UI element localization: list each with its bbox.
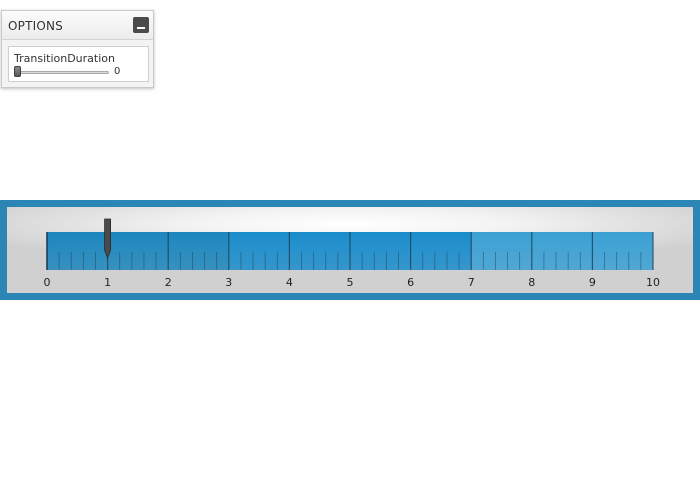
- transition-duration-label: TransitionDuration: [14, 52, 115, 65]
- minimize-icon: [137, 27, 145, 29]
- tick-label: 9: [589, 276, 596, 289]
- linear-gauge: 0 1 2 3 4 5 6 7 8 9 10: [0, 200, 700, 300]
- transition-duration-slider-track[interactable]: [15, 71, 109, 74]
- gauge-range-2: [471, 232, 653, 270]
- tick-label: 0: [44, 276, 51, 289]
- tick-label: 6: [407, 276, 414, 289]
- tick-label: 10: [646, 276, 660, 289]
- gauge-pointer: [104, 218, 111, 260]
- options-header: OPTIONS: [2, 11, 153, 40]
- tick-label: 3: [225, 276, 232, 289]
- gauge-range-0: [47, 232, 229, 270]
- tick-label: 5: [347, 276, 354, 289]
- transition-duration-slider-thumb[interactable]: [14, 66, 21, 77]
- transition-duration-value: 0: [114, 66, 121, 77]
- tick-label: 4: [286, 276, 293, 289]
- transition-duration-option: TransitionDuration 0: [8, 46, 149, 82]
- tick-label: 1: [104, 276, 111, 289]
- options-panel: OPTIONS TransitionDuration 0: [1, 10, 154, 88]
- collapse-button[interactable]: [133, 17, 149, 33]
- tick-label: 8: [528, 276, 535, 289]
- tick-label: 7: [468, 276, 475, 289]
- gauge-scale: 0 1 2 3 4 5 6 7 8 9 10: [44, 218, 660, 289]
- options-title: OPTIONS: [8, 19, 63, 33]
- tick-label: 2: [165, 276, 172, 289]
